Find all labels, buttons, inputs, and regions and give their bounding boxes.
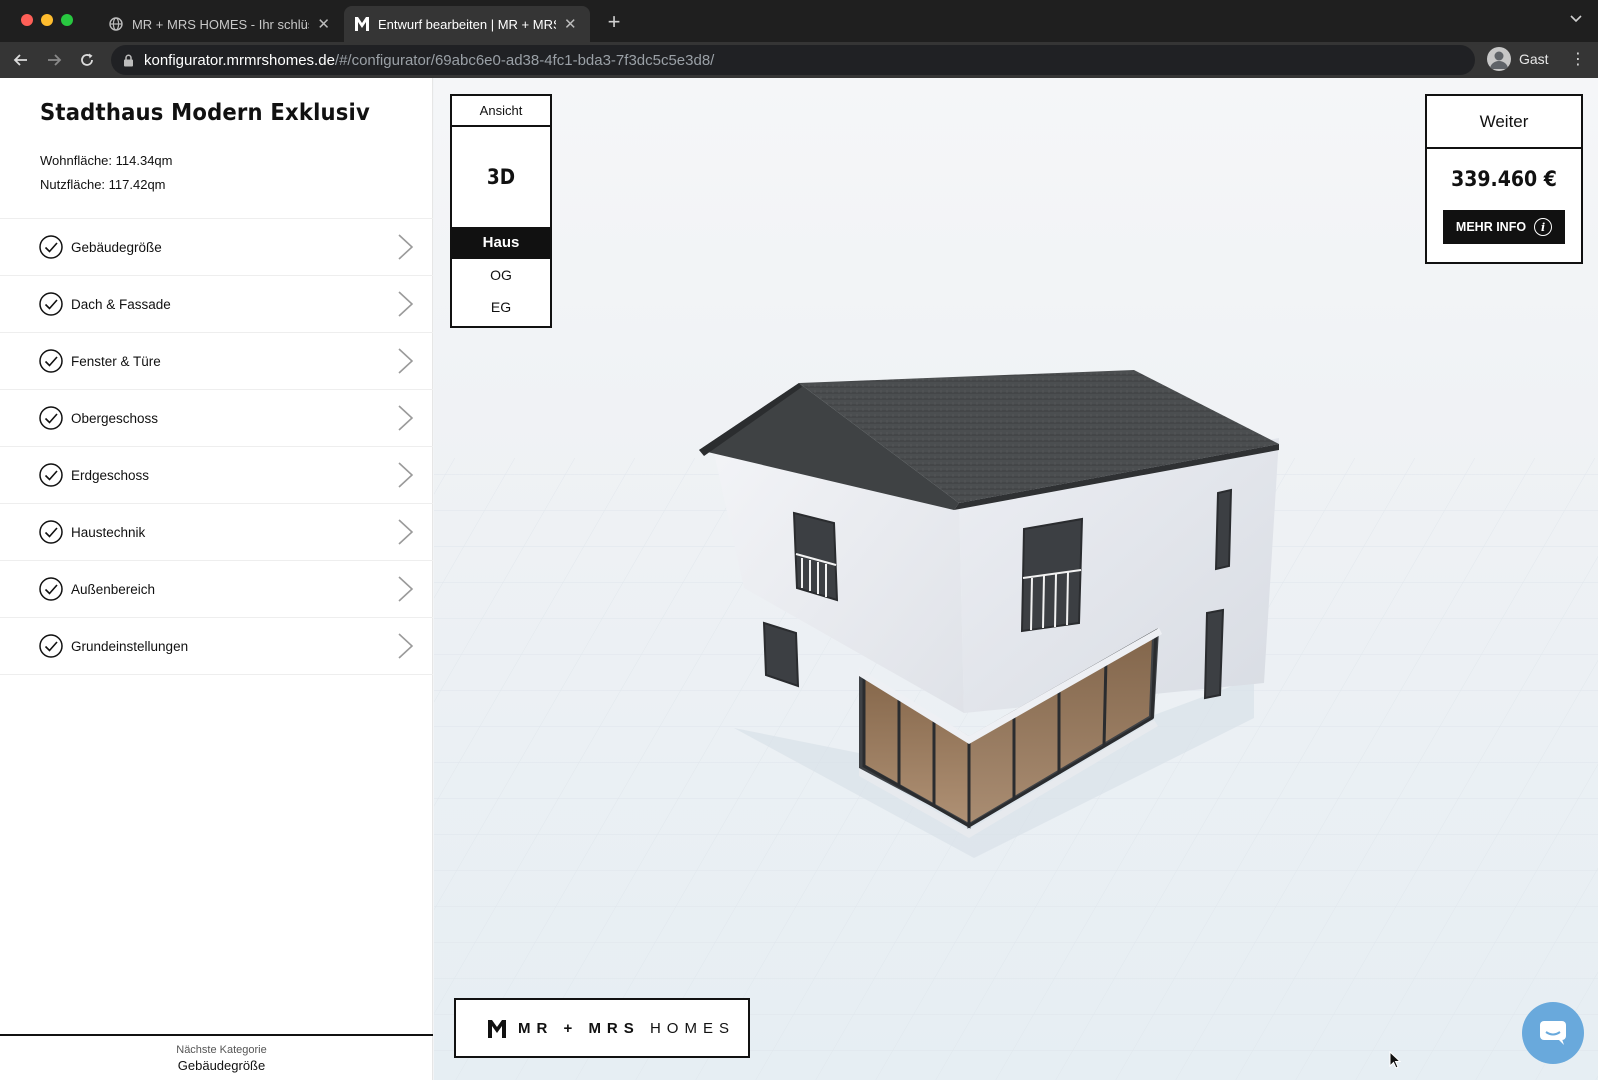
profile-button[interactable]: Gast <box>1487 47 1549 71</box>
3d-viewport[interactable]: Ansicht 3D Haus OG EG Weiter 339.460 € M… <box>434 78 1598 1080</box>
tab-title: Entwurf bearbeiten | MR + MRS <box>378 16 556 32</box>
back-arrow-icon[interactable] <box>9 48 33 72</box>
brand-plus: + <box>563 1019 579 1037</box>
chevron-right-icon <box>398 234 414 260</box>
category-label: Dach & Fassade <box>71 296 171 312</box>
browser-menu-icon[interactable]: ⋮ <box>1570 50 1586 70</box>
browser-tab-1[interactable]: MR + MRS HOMES - Ihr schlüs ✕ <box>98 6 340 42</box>
mrmrs-logo-icon <box>488 1020 506 1038</box>
view-header: Ansicht <box>452 96 550 127</box>
price-panel: Weiter 339.460 € MEHR INFO i <box>1425 94 1583 264</box>
category-item-aussenbereich[interactable]: Außenbereich <box>0 561 433 618</box>
info-icon: i <box>1534 218 1553 236</box>
url-path: /#/configurator/69abc6e0-ad38-4fc1-bda3-… <box>334 51 715 69</box>
close-tab-icon[interactable]: ✕ <box>317 15 330 33</box>
view-switcher: Ansicht 3D Haus OG EG <box>450 94 552 328</box>
more-info-label: MEHR INFO <box>1455 220 1527 234</box>
lock-icon <box>124 54 133 66</box>
house-title: Stadthaus Modern Exklusiv <box>40 100 370 126</box>
category-item-gebaeudegroesse[interactable]: Gebäudegröße <box>0 219 433 276</box>
address-bar[interactable]: konfigurator.mrmrshomes.de/#/configurato… <box>111 45 1475 75</box>
house-3d-render <box>434 370 1598 1080</box>
next-category-value: Gebäudegröße <box>177 1058 266 1073</box>
category-label: Haustechnik <box>71 524 146 540</box>
category-label: Fenster & Türe <box>71 353 161 369</box>
chat-bubble-icon <box>1540 1021 1566 1045</box>
view-option-og[interactable]: OG <box>452 259 550 291</box>
browser-toolbar: konfigurator.mrmrshomes.de/#/configurato… <box>0 42 1598 78</box>
chevron-right-icon <box>398 405 414 431</box>
url-host: konfigurator.mrmrshomes.de <box>144 51 335 69</box>
brand-wordmark: MR + MRS HOMES <box>518 1020 735 1037</box>
browser-tab-bar: MR + MRS HOMES - Ihr schlüs ✕ Entwurf be… <box>0 0 1598 42</box>
next-button[interactable]: Weiter <box>1427 96 1581 149</box>
total-price: 339.460 € <box>1451 167 1557 191</box>
category-label: Erdgeschoss <box>71 467 150 483</box>
chevron-right-icon <box>398 576 414 602</box>
mouse-cursor-icon <box>1389 1051 1401 1069</box>
category-label: Grundeinstellungen <box>71 638 189 654</box>
window-zoom-button[interactable] <box>61 14 73 26</box>
brand-part-mr: MR <box>518 1019 554 1037</box>
check-circle-icon <box>39 463 63 487</box>
category-item-grundeinstellungen[interactable]: Grundeinstellungen <box>0 618 433 675</box>
more-info-button[interactable]: MEHR INFO i <box>1443 210 1565 244</box>
window-minimize-button[interactable] <box>41 14 53 26</box>
check-circle-icon <box>39 292 63 316</box>
check-circle-icon <box>39 235 63 259</box>
new-tab-button[interactable]: + <box>602 9 626 35</box>
category-label: Gebäudegröße <box>71 239 162 255</box>
check-circle-icon <box>39 577 63 601</box>
check-circle-icon <box>39 520 63 544</box>
check-circle-icon <box>39 406 63 430</box>
brand-part-mrs: MRS <box>588 1019 640 1037</box>
category-label: Obergeschoss <box>71 410 159 426</box>
view-option-haus[interactable]: Haus <box>452 227 550 259</box>
check-circle-icon <box>39 634 63 658</box>
tab-search-icon[interactable] <box>1570 12 1582 26</box>
mrmrs-logo-icon <box>354 16 370 32</box>
window-close-button[interactable] <box>21 14 33 26</box>
chevron-right-icon <box>398 348 414 374</box>
category-item-obergeschoss[interactable]: Obergeschoss <box>0 390 433 447</box>
chevron-right-icon <box>398 291 414 317</box>
category-item-erdgeschoss[interactable]: Erdgeschoss <box>0 447 433 504</box>
browser-tab-2[interactable]: Entwurf bearbeiten | MR + MRS ✕ <box>344 6 590 42</box>
chevron-right-icon <box>398 633 414 659</box>
tab-title: MR + MRS HOMES - Ihr schlüs <box>131 16 310 32</box>
category-label: Außenbereich <box>71 581 156 597</box>
brand-part-homes: HOMES <box>649 1019 735 1037</box>
category-item-dach-fassade[interactable]: Dach & Fassade <box>0 276 433 333</box>
next-category-label: Nächste Kategorie <box>176 1044 267 1056</box>
usable-area: Nutzfläche: 117.42qm <box>40 177 166 192</box>
reload-icon[interactable] <box>75 48 99 72</box>
check-circle-icon <box>39 349 63 373</box>
brand-logo: MR + MRS HOMES <box>454 998 750 1058</box>
globe-icon <box>108 16 124 32</box>
chat-button[interactable] <box>1522 1002 1584 1064</box>
view-mode-3d[interactable]: 3D <box>458 127 544 227</box>
configurator-page: Stadthaus Modern Exklusiv Wohnfläche: 11… <box>0 78 1598 1080</box>
category-item-haustechnik[interactable]: Haustechnik <box>0 504 433 561</box>
forward-arrow-icon[interactable] <box>42 48 66 72</box>
profile-name: Gast <box>1519 51 1549 67</box>
chevron-right-icon <box>398 519 414 545</box>
configurator-sidebar: Stadthaus Modern Exklusiv Wohnfläche: 11… <box>0 78 433 1080</box>
category-item-fenster-tuere[interactable]: Fenster & Türe <box>0 333 433 390</box>
chevron-right-icon <box>398 462 414 488</box>
view-option-eg[interactable]: EG <box>452 291 550 323</box>
next-category-button[interactable]: Nächste Kategorie Gebäudegröße <box>0 1034 433 1080</box>
category-menu: Gebäudegröße Dach & Fassade Fenster & Tü… <box>0 218 433 675</box>
close-tab-icon[interactable]: ✕ <box>564 15 577 33</box>
living-area: Wohnfläche: 114.34qm <box>40 153 173 168</box>
avatar-icon <box>1487 47 1511 71</box>
